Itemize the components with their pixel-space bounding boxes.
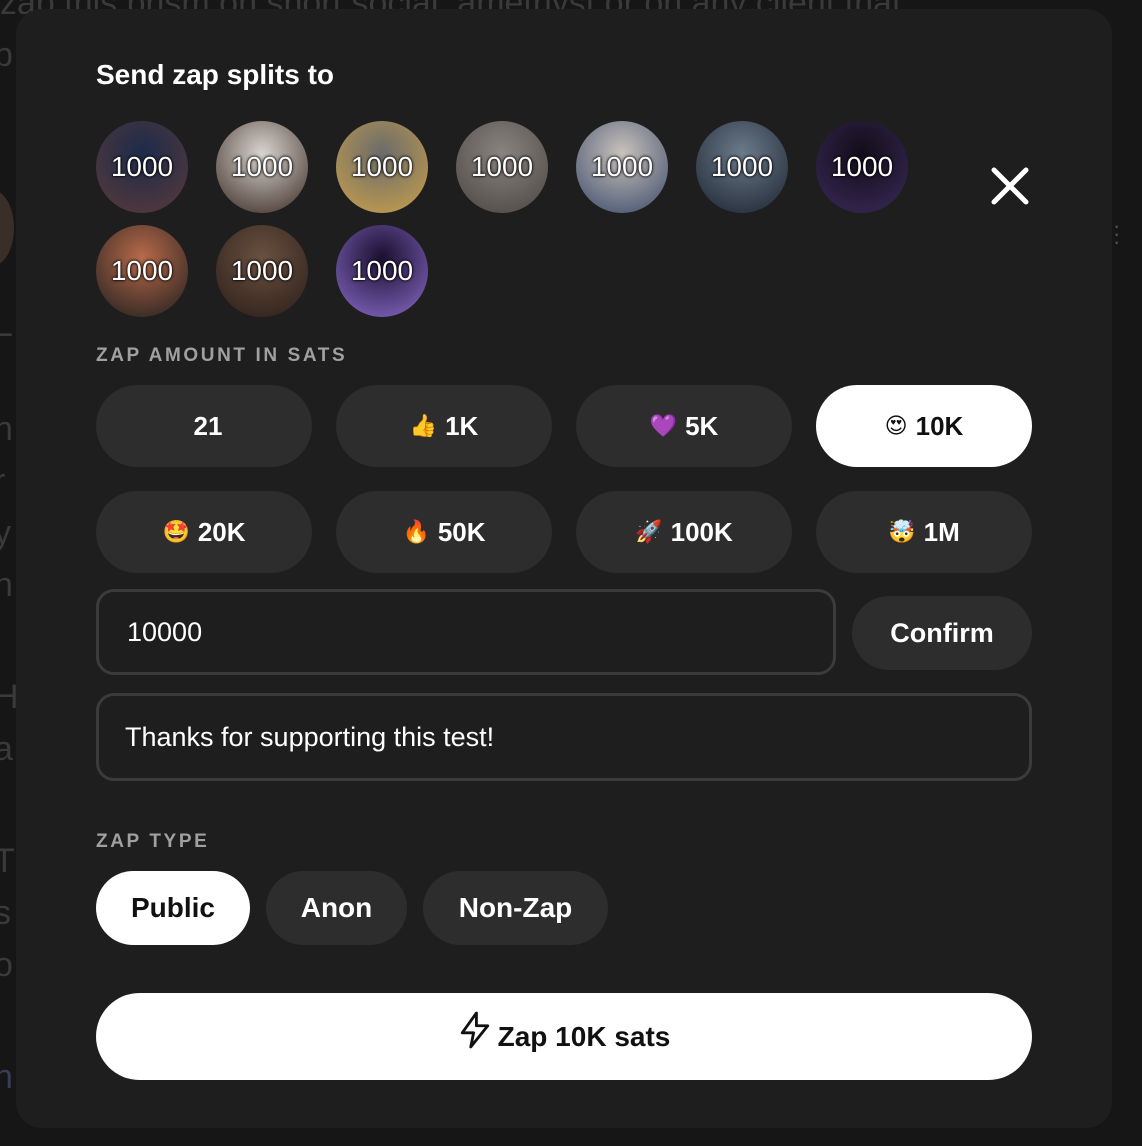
preset-label: 5K — [685, 410, 719, 441]
background-edge-letter: p — [0, 36, 13, 74]
background-edge-letter: a — [0, 730, 13, 768]
fire-emoji: 🔥 — [402, 519, 430, 544]
recipient-amount: 1000 — [590, 151, 654, 182]
more-options-icon[interactable]: · · · — [1113, 215, 1123, 253]
close-icon[interactable] — [988, 164, 1032, 208]
recipient-avatar[interactable]: 1000 — [336, 225, 428, 317]
recipient-avatar[interactable]: 1000 — [816, 121, 908, 213]
preset-label: 1K — [445, 410, 479, 441]
recipient-avatar[interactable]: 1000 — [216, 225, 308, 317]
preset-label: 10K — [915, 410, 964, 441]
zap-submit-button[interactable]: Zap 10K sats — [96, 993, 1032, 1080]
heart-eyes-emoji: 😍 — [884, 413, 908, 438]
lightning-icon — [460, 1011, 489, 1048]
zap-amount-label: ZAP AMOUNT IN SATS — [96, 345, 348, 366]
background-edge-letter: n — [0, 1058, 13, 1096]
star-struck-emoji: 🤩 — [162, 519, 190, 544]
recipient-avatar[interactable]: 1000 — [96, 121, 188, 213]
custom-amount-input[interactable] — [96, 589, 836, 675]
modal-title: Send zap splits to — [96, 59, 335, 90]
preset-label: 100K — [670, 516, 733, 547]
background-edge-letter: s — [0, 894, 11, 932]
rocket-emoji: 🚀 — [635, 519, 663, 544]
recipient-avatar[interactable]: 1000 — [336, 121, 428, 213]
preset-label: 20K — [197, 516, 246, 547]
recipient-amount: 1000 — [110, 151, 174, 182]
recipient-amount: 1000 — [470, 151, 534, 182]
background-edge-letter: r — [0, 462, 5, 501]
background-avatar — [0, 190, 14, 266]
background-edge-letter: o — [0, 946, 13, 984]
zap-modal: Send zap splits to 1000 1000 1000 1000 1… — [16, 9, 1112, 1128]
preset-10k-button[interactable]: 😍 10K — [816, 385, 1032, 467]
preset-label: 50K — [437, 516, 486, 547]
recipient-avatar[interactable]: 1000 — [576, 121, 668, 213]
recipient-avatar[interactable]: 1000 — [216, 121, 308, 213]
preset-1k-button[interactable]: 👍 1K — [336, 385, 552, 467]
zap-submit-label: Zap 10K sats — [497, 1020, 671, 1052]
zap-type-nonzap-button[interactable]: Non-Zap — [423, 871, 608, 945]
recipient-amount: 1000 — [350, 151, 414, 182]
mind-blown-emoji: 🤯 — [888, 519, 916, 544]
background-edge-letter: y — [0, 514, 11, 552]
recipient-avatar[interactable]: 1000 — [96, 225, 188, 317]
recipient-amount: 1000 — [830, 151, 894, 182]
recipient-amount: 1000 — [110, 255, 174, 286]
preset-label: 1M — [923, 516, 960, 547]
background-edge-letter: T — [0, 842, 15, 880]
zap-comment-input[interactable] — [96, 693, 1032, 781]
purple-heart-emoji: 💜 — [649, 413, 678, 438]
recipient-amount: 1000 — [710, 151, 774, 182]
background-edge-letter: L — [0, 306, 13, 344]
preset-5k-button[interactable]: 💜 5K — [576, 385, 792, 467]
background-edge-letter: n — [0, 410, 13, 448]
zap-type-public-button[interactable]: Public — [96, 871, 250, 945]
background-edge-letter: n — [0, 566, 13, 604]
thumbs-up-emoji: 👍 — [409, 413, 438, 438]
preset-1m-button[interactable]: 🤯 1M — [816, 491, 1032, 573]
confirm-button[interactable]: Confirm — [852, 596, 1032, 670]
recipient-avatar[interactable]: 1000 — [456, 121, 548, 213]
recipient-avatar[interactable]: 1000 — [696, 121, 788, 213]
preset-21-button[interactable]: 21 — [96, 385, 312, 467]
recipient-amount: 1000 — [230, 151, 294, 182]
preset-100k-button[interactable]: 🚀 100K — [576, 491, 792, 573]
zap-type-label: ZAP TYPE — [96, 831, 210, 852]
preset-20k-button[interactable]: 🤩 20K — [96, 491, 312, 573]
preset-50k-button[interactable]: 🔥 50K — [336, 491, 552, 573]
recipient-amount: 1000 — [350, 255, 414, 286]
preset-label: 21 — [193, 410, 223, 441]
zap-type-anon-button[interactable]: Anon — [266, 871, 407, 945]
recipient-amount: 1000 — [230, 255, 294, 286]
